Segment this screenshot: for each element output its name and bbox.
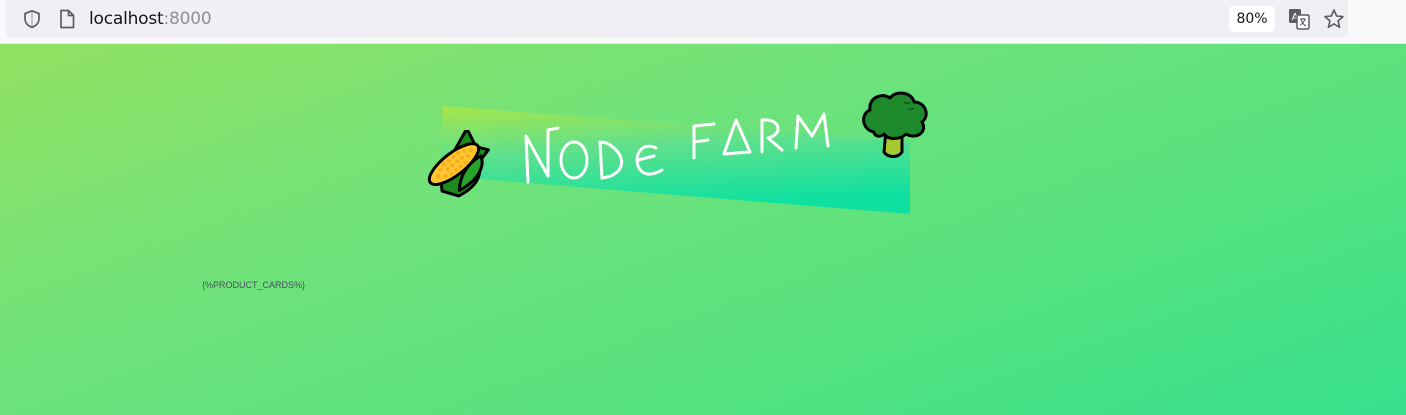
title-lettering	[524, 112, 830, 184]
browser-toolbar: localhost:8000 80% A	[0, 0, 1406, 44]
url-text[interactable]: localhost:8000	[89, 8, 212, 30]
translate-icon[interactable]: A	[1288, 8, 1310, 30]
page-title: NODE FARM	[0, 44, 1, 45]
url-port: :8000	[163, 9, 212, 29]
page-content: NODE FARM	[0, 44, 1406, 415]
product-cards-placeholder: {%PRODUCT_CARDS%}	[202, 280, 306, 290]
url-host: localhost	[89, 9, 164, 29]
page-icon[interactable]	[58, 9, 76, 29]
shield-icon[interactable]	[22, 9, 42, 29]
address-bar[interactable]: localhost:8000 80% A	[6, 0, 1348, 38]
broccoli-icon	[862, 91, 928, 158]
zoom-level-button[interactable]: 80%	[1229, 6, 1275, 32]
corn-icon	[427, 130, 490, 198]
star-icon[interactable]	[1323, 8, 1345, 30]
